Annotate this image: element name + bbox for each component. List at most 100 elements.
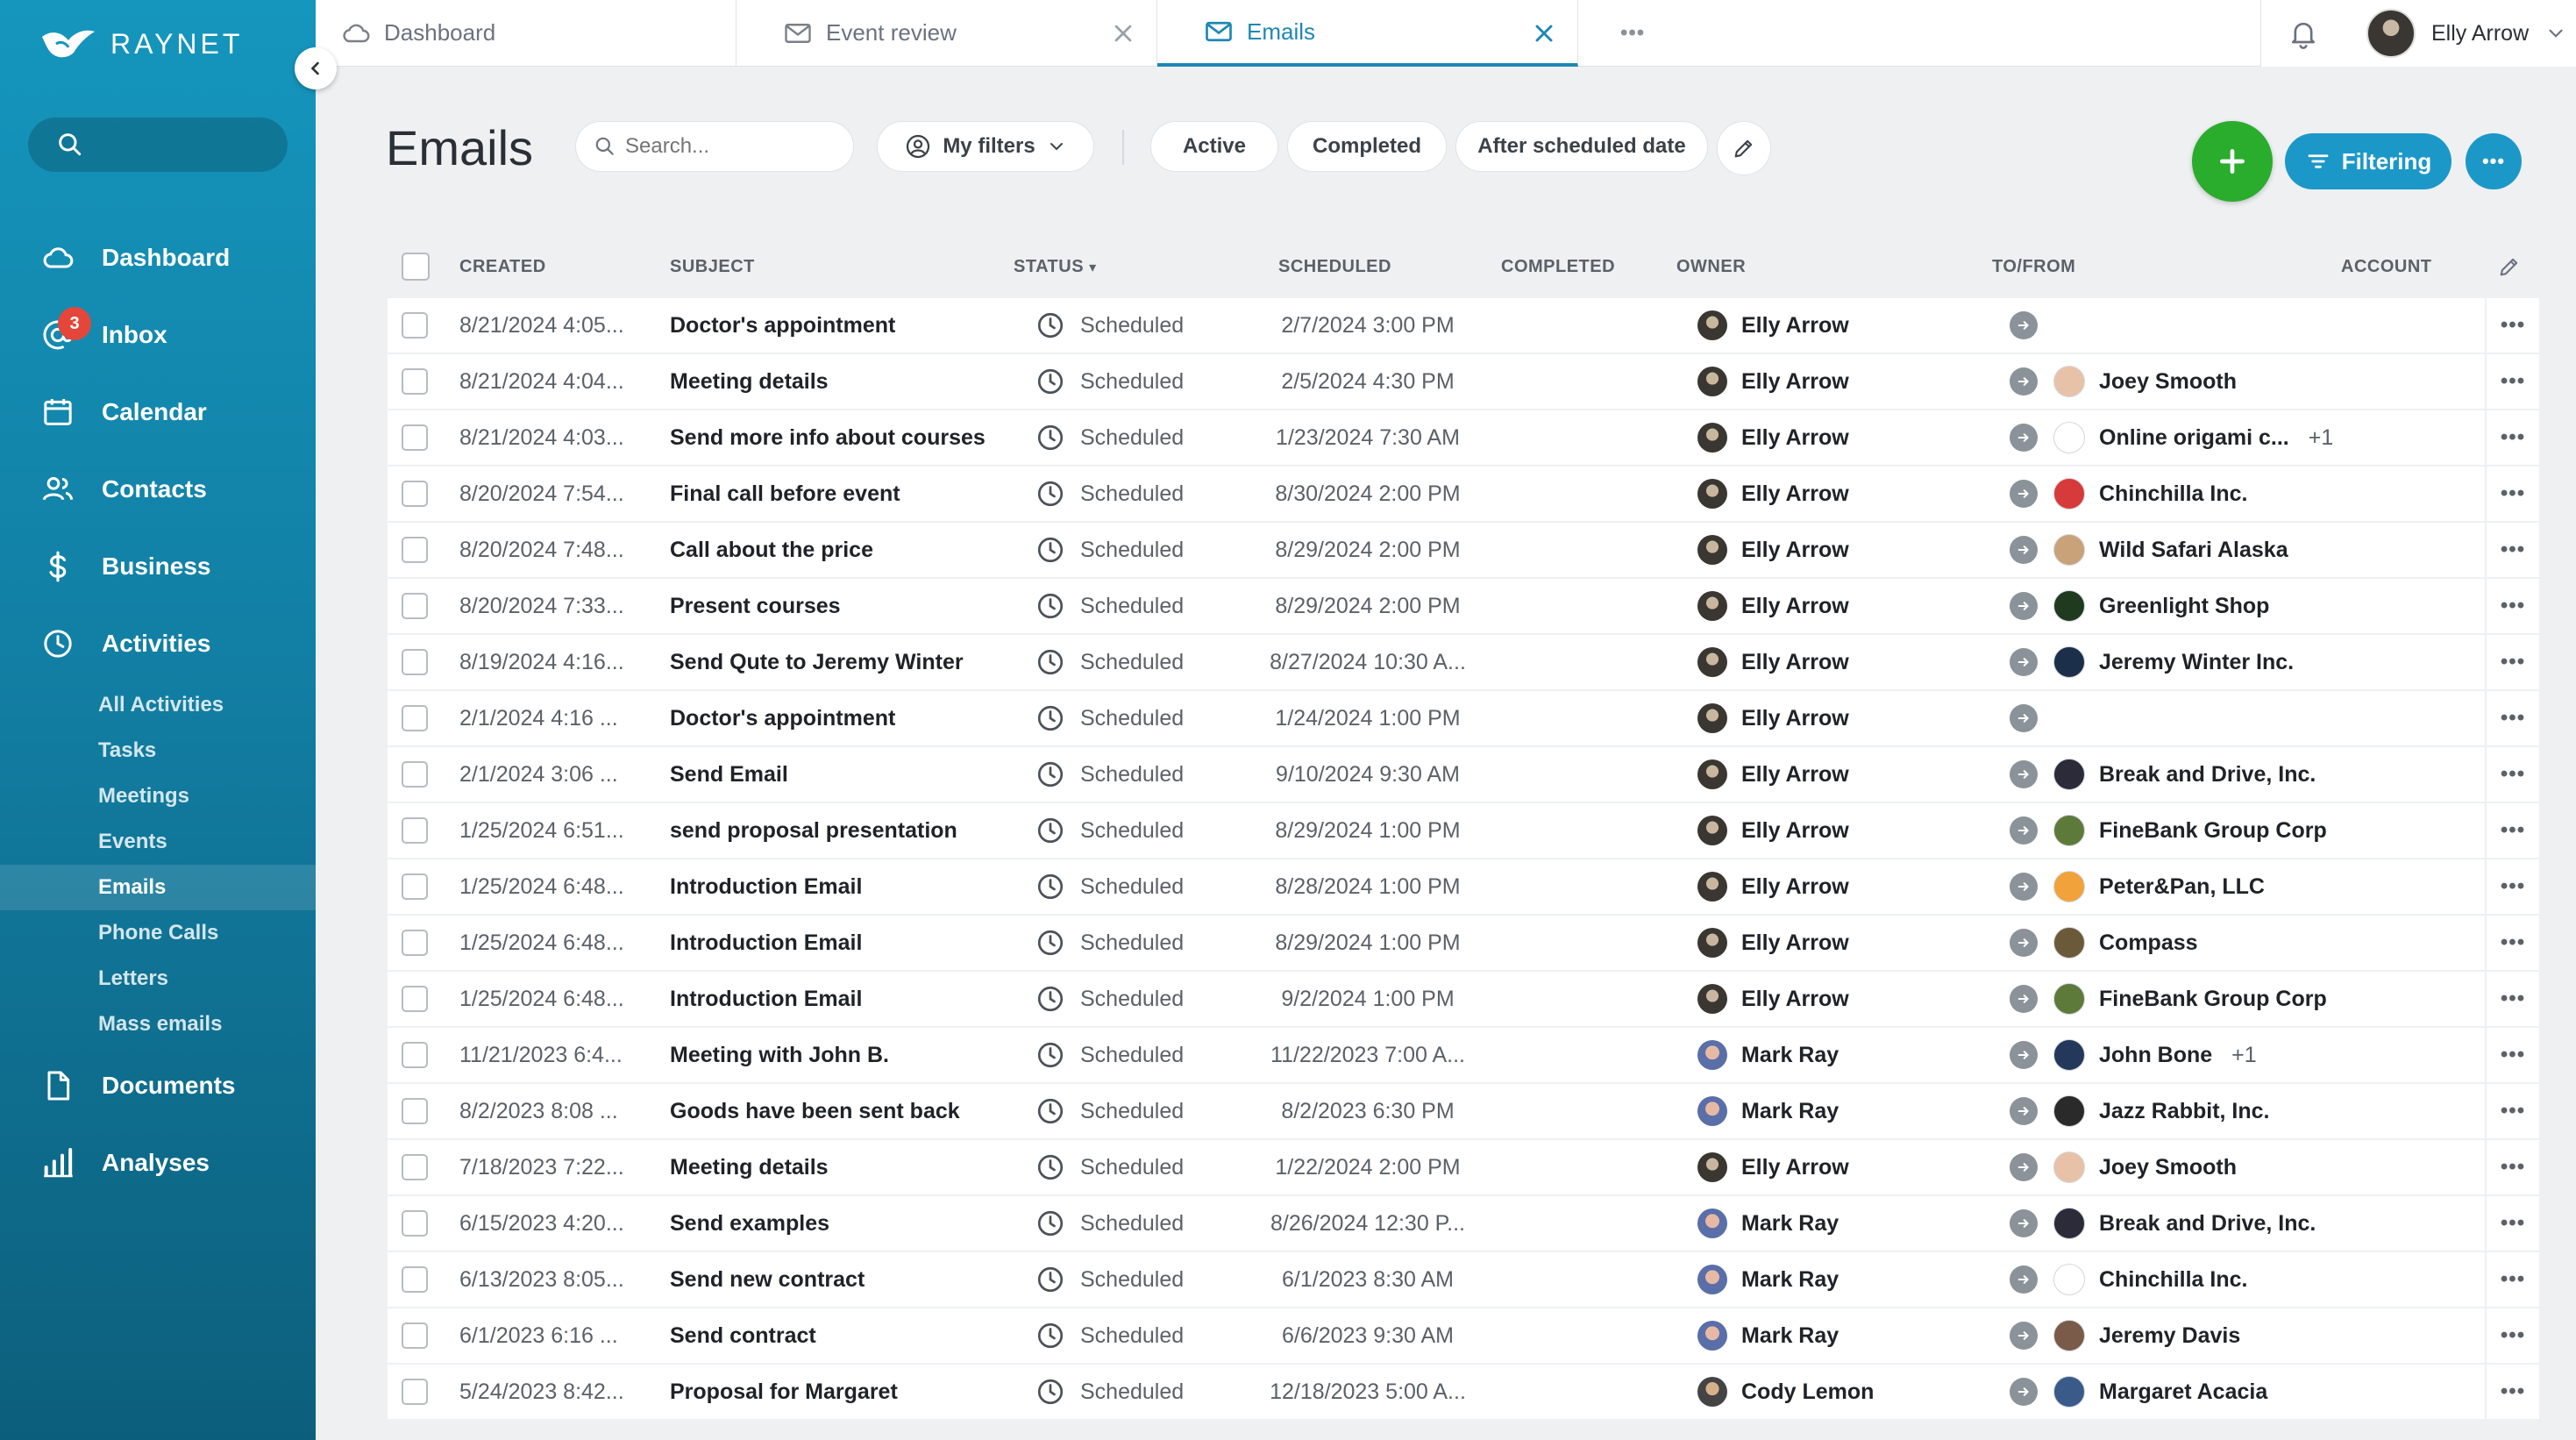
sidebar-sub-events[interactable]: Events (0, 819, 316, 865)
contact-name[interactable]: Compass (2099, 930, 2198, 956)
owner-name[interactable]: Elly Arrow (1741, 1155, 1849, 1180)
tab-event-review[interactable]: Event review (737, 0, 1157, 67)
contact-name[interactable]: Online origami c... (2099, 425, 2289, 451)
contact-name[interactable]: Wild Safari Alaska (2099, 538, 2288, 563)
contact-name[interactable]: Break and Drive, Inc. (2099, 762, 2316, 788)
owner-name[interactable]: Mark Ray (1741, 1099, 1839, 1124)
sidebar-item-business[interactable]: Business (0, 528, 316, 605)
contact-name[interactable]: Jazz Rabbit, Inc. (2099, 1099, 2269, 1124)
table-row[interactable]: 5/24/2023 8:42... Proposal for Margaret … (388, 1365, 2539, 1421)
row-menu-button[interactable]: ••• (2485, 1028, 2539, 1082)
table-row[interactable]: 1/25/2024 6:48... Introduction Email Sch… (388, 972, 2539, 1028)
table-row[interactable]: 8/20/2024 7:48... Call about the price S… (388, 523, 2539, 579)
row-menu-button[interactable]: ••• (2485, 298, 2539, 353)
pencil-icon[interactable] (2497, 254, 2522, 279)
sidebar-item-documents[interactable]: Documents (0, 1047, 316, 1124)
more-actions-button[interactable]: ••• (2466, 133, 2522, 189)
row-checkbox[interactable] (402, 368, 428, 395)
subject-cell[interactable]: Send more info about courses (670, 410, 1003, 465)
owner-name[interactable]: Mark Ray (1741, 1211, 1839, 1237)
table-row[interactable]: 6/13/2023 8:05... Send new contract Sche… (388, 1252, 2539, 1308)
subject-cell[interactable]: Send Email (670, 747, 1003, 802)
subject-cell[interactable]: Goods have been sent back (670, 1084, 1003, 1138)
table-row[interactable]: 7/18/2023 7:22... Meeting details Schedu… (388, 1140, 2539, 1196)
subject-cell[interactable]: Proposal for Margaret (670, 1365, 1003, 1419)
column-account[interactable]: ACCOUNT (2341, 257, 2432, 277)
table-row[interactable]: 2/1/2024 4:16 ... Doctor's appointment S… (388, 691, 2539, 747)
contact-name[interactable]: Margaret Acacia (2099, 1379, 2267, 1405)
owner-name[interactable]: Elly Arrow (1741, 594, 1849, 619)
select-all-checkbox[interactable] (402, 253, 430, 281)
contact-name[interactable]: Jeremy Davis (2099, 1323, 2240, 1349)
row-checkbox[interactable] (402, 986, 428, 1012)
subject-cell[interactable]: Introduction Email (670, 859, 1003, 914)
row-menu-button[interactable]: ••• (2485, 1365, 2539, 1419)
subject-cell[interactable]: Call about the price (670, 523, 1003, 577)
row-checkbox[interactable] (402, 649, 428, 675)
table-row[interactable]: 8/21/2024 4:04... Meeting details Schedu… (388, 354, 2539, 410)
row-checkbox[interactable] (402, 593, 428, 619)
tab-dashboard[interactable]: Dashboard (316, 0, 737, 67)
subject-cell[interactable]: Send examples (670, 1196, 1003, 1251)
contact-name[interactable]: Joey Smooth (2099, 369, 2237, 395)
extra-recipients[interactable]: +1 (2231, 1043, 2257, 1068)
row-menu-button[interactable]: ••• (2485, 523, 2539, 577)
owner-name[interactable]: Elly Arrow (1741, 650, 1849, 675)
column-created[interactable]: CREATED (459, 257, 546, 277)
sidebar-sub-all-activities[interactable]: All Activities (0, 682, 316, 728)
sidebar-item-calendar[interactable]: Calendar (0, 374, 316, 451)
filter-after-scheduled-date[interactable]: After scheduled date (1455, 121, 1708, 172)
collapse-sidebar-button[interactable] (295, 47, 337, 89)
row-checkbox[interactable] (402, 930, 428, 956)
subject-cell[interactable]: Introduction Email (670, 972, 1003, 1026)
table-row[interactable]: 2/1/2024 3:06 ... Send Email Scheduled 9… (388, 747, 2539, 803)
owner-name[interactable]: Elly Arrow (1741, 369, 1849, 395)
row-menu-button[interactable]: ••• (2485, 410, 2539, 465)
sidebar-sub-phone-calls[interactable]: Phone Calls (0, 910, 316, 956)
subject-cell[interactable]: Doctor's appointment (670, 298, 1003, 353)
sidebar-item-inbox[interactable]: 3 Inbox (0, 296, 316, 374)
sidebar-item-dashboard[interactable]: Dashboard (0, 219, 316, 296)
contact-name[interactable]: Jeremy Winter Inc. (2099, 650, 2294, 675)
column-completed[interactable]: COMPLETED (1501, 257, 1615, 277)
filter-active[interactable]: Active (1150, 121, 1278, 172)
row-menu-button[interactable]: ••• (2485, 635, 2539, 689)
column-tofrom[interactable]: TO/FROM (1992, 257, 2075, 277)
table-row[interactable]: 8/21/2024 4:03... Send more info about c… (388, 410, 2539, 467)
owner-name[interactable]: Mark Ray (1741, 1323, 1839, 1349)
owner-name[interactable]: Mark Ray (1741, 1043, 1839, 1068)
row-checkbox[interactable] (402, 424, 428, 451)
column-subject[interactable]: SUBJECT (670, 257, 755, 277)
search-input[interactable] (625, 134, 836, 159)
row-menu-button[interactable]: ••• (2485, 1084, 2539, 1138)
row-menu-button[interactable]: ••• (2485, 1308, 2539, 1363)
table-row[interactable]: 8/20/2024 7:54... Final call before even… (388, 467, 2539, 523)
contact-name[interactable]: Chinchilla Inc. (2099, 481, 2247, 507)
table-row[interactable]: 11/21/2023 6:4... Meeting with John B. S… (388, 1028, 2539, 1084)
row-checkbox[interactable] (402, 1379, 428, 1405)
row-menu-button[interactable]: ••• (2485, 1252, 2539, 1307)
user-name[interactable]: Elly Arrow (2431, 21, 2529, 46)
table-row[interactable]: 8/19/2024 4:16... Send Qute to Jeremy Wi… (388, 635, 2539, 691)
row-checkbox[interactable] (402, 1098, 428, 1124)
row-menu-button[interactable]: ••• (2485, 972, 2539, 1026)
row-checkbox[interactable] (402, 312, 428, 339)
bell-icon[interactable] (2286, 16, 2321, 51)
row-checkbox[interactable] (402, 1266, 428, 1293)
table-row[interactable]: 1/25/2024 6:48... Introduction Email Sch… (388, 916, 2539, 972)
row-menu-button[interactable]: ••• (2485, 803, 2539, 858)
more-tabs-icon[interactable]: ••• (1620, 21, 1645, 46)
table-row[interactable]: 1/25/2024 6:48... Introduction Email Sch… (388, 859, 2539, 916)
filtering-button[interactable]: Filtering (2285, 133, 2451, 189)
add-email-button[interactable] (2192, 121, 2273, 202)
sidebar-item-activities[interactable]: Activities (0, 605, 316, 682)
subject-cell[interactable]: Send Qute to Jeremy Winter (670, 635, 1003, 689)
row-checkbox[interactable] (402, 1042, 428, 1068)
column-owner[interactable]: OWNER (1676, 257, 1746, 277)
table-row[interactable]: 6/15/2023 4:20... Send examples Schedule… (388, 1196, 2539, 1252)
row-checkbox[interactable] (402, 817, 428, 844)
row-menu-button[interactable]: ••• (2485, 859, 2539, 914)
sidebar-item-analyses[interactable]: Analyses (0, 1124, 316, 1201)
my-filters-dropdown[interactable]: My filters (877, 121, 1094, 172)
edit-filters-button[interactable] (1717, 121, 1771, 175)
